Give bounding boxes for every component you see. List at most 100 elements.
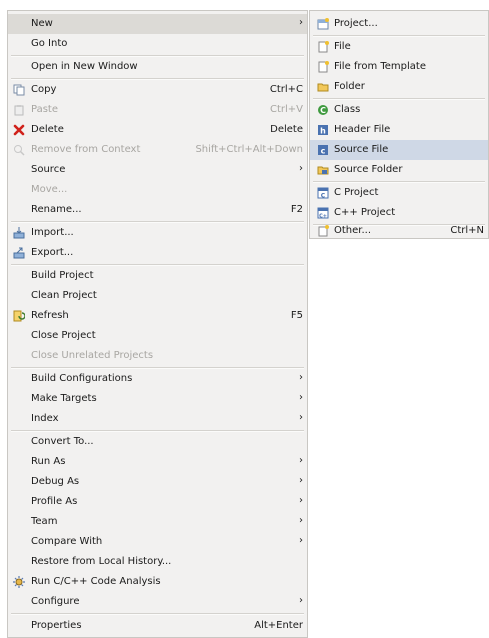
submenu-item-project[interactable]: Project... [310, 14, 488, 34]
menu-item-index[interactable]: Index › [8, 409, 307, 429]
copy-icon [13, 84, 25, 96]
submenu-arrow-icon: › [299, 372, 303, 383]
menu-item-paste[interactable]: Paste Ctrl+V [8, 100, 307, 120]
import-icon [13, 227, 25, 239]
menu-item-go-into[interactable]: Go Into [8, 34, 307, 54]
menu-item-run-as[interactable]: Run As › [8, 452, 307, 472]
submenu-item-c-project[interactable]: C C Project [310, 183, 488, 203]
submenu-item-file[interactable]: File [310, 37, 488, 57]
menu-item-shortcut: Ctrl+N [450, 225, 484, 236]
menu-item-new[interactable]: New › [8, 14, 307, 34]
menu-item-shortcut: F5 [290, 310, 303, 321]
submenu-item-label: C++ Project [334, 207, 396, 218]
file-template-icon [318, 61, 329, 73]
menu-item-label: Refresh [31, 310, 69, 321]
menu-item-label: Open in New Window [31, 61, 138, 72]
source-file-icon: c [318, 145, 328, 156]
menu-item-close-unrelated[interactable]: Close Unrelated Projects [8, 346, 307, 366]
menu-item-label: Configure [31, 596, 80, 607]
menu-item-label: Remove from Context [31, 144, 141, 155]
menu-item-import[interactable]: Import... [8, 223, 307, 243]
menu-item-shortcut: Shift+Ctrl+Alt+Down [195, 144, 303, 155]
submenu-item-source-file[interactable]: c Source File [310, 140, 488, 160]
submenu-arrow-icon: › [299, 163, 303, 174]
source-folder-icon [317, 166, 329, 175]
submenu-item-label: Class [334, 104, 361, 115]
new-file-icon [318, 41, 329, 53]
menu-item-delete[interactable]: Delete Delete [8, 120, 307, 140]
menu-item-move[interactable]: Move... [8, 180, 307, 200]
delete-icon [13, 124, 25, 136]
menu-item-label: Convert To... [31, 436, 94, 447]
menu-item-team[interactable]: Team › [8, 512, 307, 532]
menu-item-open-new-window[interactable]: Open in New Window [8, 57, 307, 77]
menu-item-label: Debug As [31, 476, 80, 487]
new-submenu: Project... File File from Template Folde… [309, 10, 489, 239]
submenu-item-header-file[interactable]: h Header File [310, 120, 488, 140]
menu-item-label: Profile As [31, 496, 78, 507]
submenu-arrow-icon: › [299, 455, 303, 466]
menu-item-export[interactable]: Export... [8, 243, 307, 263]
code-analysis-icon [13, 576, 25, 588]
menu-item-label: Compare With [31, 536, 103, 547]
menu-item-label: Paste [31, 104, 58, 115]
menu-item-shortcut: Delete [270, 124, 303, 135]
submenu-item-label: Other... [334, 225, 372, 236]
submenu-arrow-icon: › [299, 17, 303, 28]
menu-item-label: Index [31, 413, 59, 424]
svg-text:c: c [321, 147, 326, 156]
submenu-item-label: File [334, 41, 351, 52]
menu-item-compare-with[interactable]: Compare With › [8, 532, 307, 552]
menu-item-debug-as[interactable]: Debug As › [8, 472, 307, 492]
submenu-arrow-icon: › [299, 475, 303, 486]
submenu-item-file-from-template[interactable]: File from Template [310, 57, 488, 77]
menu-item-build-configurations[interactable]: Build Configurations › [8, 369, 307, 389]
menu-item-profile-as[interactable]: Profile As › [8, 492, 307, 512]
submenu-item-label: Source Folder [334, 164, 403, 175]
menu-item-label: New [31, 18, 53, 29]
menu-item-rename[interactable]: Rename... F2 [8, 200, 307, 220]
menu-item-source[interactable]: Source › [8, 160, 307, 180]
menu-item-label: Rename... [31, 204, 82, 215]
menu-item-label: Move... [31, 184, 68, 195]
menu-item-shortcut: F2 [290, 204, 303, 215]
menu-item-label: Close Project [31, 330, 96, 341]
menu-item-convert-to[interactable]: Convert To... [8, 432, 307, 452]
menu-item-restore-history[interactable]: Restore from Local History... [8, 552, 307, 572]
menu-item-shortcut: Alt+Enter [254, 620, 303, 631]
class-icon: C [318, 105, 328, 115]
menu-item-remove-from-context[interactable]: Remove from Context Shift+Ctrl+Alt+Down [8, 140, 307, 160]
menu-item-close-project[interactable]: Close Project [8, 326, 307, 346]
submenu-arrow-icon: › [299, 412, 303, 423]
menu-item-label: Run As [31, 456, 66, 467]
menu-item-copy[interactable]: Copy Ctrl+C [8, 80, 307, 100]
menu-item-label: Run C/C++ Code Analysis [31, 576, 161, 587]
submenu-item-class[interactable]: C Class [310, 100, 488, 120]
svg-text:h: h [320, 127, 326, 136]
submenu-item-cpp-project[interactable]: C+ C++ Project [310, 203, 488, 223]
refresh-icon [13, 310, 25, 322]
submenu-item-label: Project... [334, 18, 378, 29]
c-project-icon: C [317, 187, 329, 199]
menu-item-clean-project[interactable]: Clean Project [8, 286, 307, 306]
submenu-item-folder[interactable]: Folder [310, 77, 488, 97]
svg-text:C: C [321, 193, 326, 200]
submenu-item-label: C Project [334, 187, 379, 198]
menu-separator [11, 613, 304, 615]
menu-item-properties[interactable]: Properties Alt+Enter [8, 616, 307, 636]
submenu-arrow-icon: › [299, 392, 303, 403]
svg-text:C+: C+ [319, 214, 327, 220]
submenu-item-other[interactable]: Other... Ctrl+N [310, 225, 488, 238]
menu-item-configure[interactable]: Configure › [8, 592, 307, 612]
submenu-item-source-folder[interactable]: Source Folder [310, 160, 488, 180]
paste-icon [14, 105, 24, 116]
submenu-arrow-icon: › [299, 495, 303, 506]
menu-item-refresh[interactable]: Refresh F5 [8, 306, 307, 326]
menu-item-build-project[interactable]: Build Project [8, 266, 307, 286]
menu-item-label: Source [31, 164, 66, 175]
submenu-item-label: Source File [334, 144, 389, 155]
menu-item-make-targets[interactable]: Make Targets › [8, 389, 307, 409]
submenu-item-label: Header File [334, 124, 391, 135]
menu-item-run-code-analysis[interactable]: Run C/C++ Code Analysis [8, 572, 307, 592]
menu-item-label: Import... [31, 227, 74, 238]
